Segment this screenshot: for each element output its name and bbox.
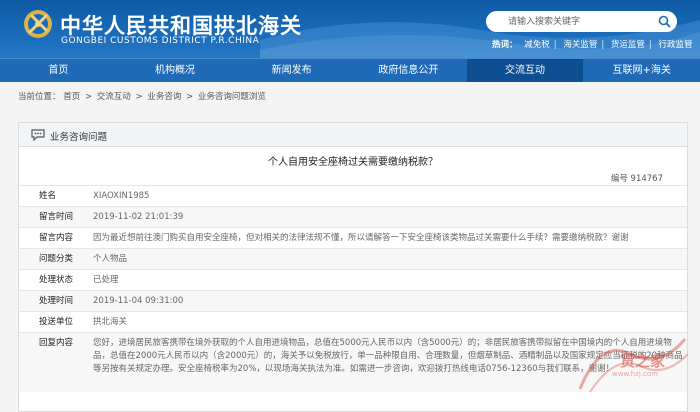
main-nav: 首页 机构概况 新闻发布 政府信息公开 交流互动 互联网+海关	[0, 58, 700, 82]
row-value: 2019-11-04 09:31:00	[93, 296, 184, 306]
hot-word-link[interactable]: 货运监管	[611, 38, 645, 50]
nav-item-organization[interactable]: 机构概况	[117, 59, 234, 82]
site-header: 中华人民共和国拱北海关 GONGBEI CUSTOMS DISTRICT P.R…	[0, 0, 700, 58]
breadcrumb-link[interactable]: 业务咨询	[147, 92, 181, 102]
nav-item-home[interactable]: 首页	[0, 59, 117, 82]
site-subtitle: GONGBEI CUSTOMS DISTRICT P.R.CHINA	[61, 36, 260, 46]
question-number-value: 914767	[630, 174, 663, 184]
breadcrumb: 当前位置： 首页 > 交流互动 > 业务咨询 > 业务咨询问题浏览	[18, 90, 266, 102]
row-label: 留言时间	[39, 212, 74, 222]
panel-header: 业务咨询问题	[19, 123, 687, 147]
search-input[interactable]	[486, 11, 656, 32]
row-value: 您好，进境居民旅客携带在境外获取的个人自用进境物品，总值在5000元人民币以内（…	[93, 338, 683, 374]
nav-item-gov-info[interactable]: 政府信息公开	[350, 59, 467, 82]
row-value: 2019-11-02 21:01:39	[93, 212, 184, 222]
breadcrumb-separator: >	[135, 92, 143, 102]
row-value: 已处理	[93, 275, 119, 285]
detail-row-department: 投送单位 拱北海关	[19, 311, 687, 332]
detail-row-reply: 回复内容 您好，进境居民旅客携带在境外获取的个人自用进境物品，总值在5000元人…	[19, 332, 687, 392]
search-box	[486, 11, 677, 32]
detail-table: 姓名 XIAOXIN1985 留言时间 2019-11-02 21:01:39 …	[19, 185, 687, 392]
hot-words: 热词： 减免税 | 海关监管 | 货运监管 | 行政监管	[492, 38, 693, 50]
row-label: 回复内容	[39, 338, 74, 348]
nav-item-news[interactable]: 新闻发布	[233, 59, 350, 82]
hot-words-label: 热词：	[492, 40, 518, 50]
breadcrumb-link[interactable]: 交流互动	[97, 92, 131, 102]
question-number-label: 编号	[610, 174, 628, 184]
row-value: 个人物品	[93, 254, 128, 264]
row-value: 因为最近想前往澳门购买自用安全座椅，但对相关的法律法规不懂，所以请解答一下安全座…	[93, 233, 629, 243]
row-label: 投送单位	[39, 317, 74, 327]
breadcrumb-current: 业务咨询问题浏览	[197, 92, 266, 102]
breadcrumb-separator: >	[84, 92, 93, 102]
row-label: 问题分类	[39, 254, 74, 264]
panel-title: 业务咨询问题	[50, 132, 108, 143]
search-icon[interactable]	[658, 15, 671, 28]
watermark-text: 货之家	[620, 352, 666, 370]
row-label: 处理状态	[39, 275, 74, 285]
detail-row-category: 问题分类 个人物品	[19, 248, 687, 269]
chat-bubble-icon	[31, 129, 45, 141]
detail-row-status: 处理状态 已处理	[19, 269, 687, 290]
row-label: 姓名	[39, 191, 57, 201]
breadcrumb-separator: >	[186, 92, 194, 102]
detail-row-message-content: 留言内容 因为最近想前往澳门购买自用安全座椅，但对相关的法律法规不懂，所以请解答…	[19, 227, 687, 248]
detail-row-message-time: 留言时间 2019-11-02 21:01:39	[19, 206, 687, 227]
customs-emblem-icon[interactable]	[22, 8, 54, 40]
nav-item-internet-plus[interactable]: 互联网+海关	[583, 59, 700, 82]
watermark-url: www.hzj.com	[612, 370, 658, 378]
question-number: 编号 914767	[611, 172, 663, 184]
question-title: 个人自用安全座椅过关需要缴纳税款？	[268, 157, 438, 168]
row-value: 拱北海关	[93, 317, 128, 327]
row-label: 处理时间	[39, 296, 74, 306]
breadcrumb-prefix: 当前位置：	[18, 92, 61, 102]
row-label: 留言内容	[39, 233, 74, 243]
detail-row-process-time: 处理时间 2019-11-04 09:31:00	[19, 290, 687, 311]
hot-word-link[interactable]: 海关监管	[563, 38, 597, 50]
hot-word-link[interactable]: 行政监管	[659, 38, 693, 50]
consultation-panel: 业务咨询问题 个人自用安全座椅过关需要缴纳税款？ 编号 914767 姓名 XI…	[18, 122, 688, 412]
hot-word-link[interactable]: 减免税	[524, 38, 550, 50]
breadcrumb-link[interactable]: 首页	[63, 92, 80, 102]
nav-item-interaction[interactable]: 交流互动	[466, 59, 584, 82]
row-value: XIAOXIN1985	[93, 191, 150, 201]
detail-row-name: 姓名 XIAOXIN1985	[19, 185, 687, 206]
